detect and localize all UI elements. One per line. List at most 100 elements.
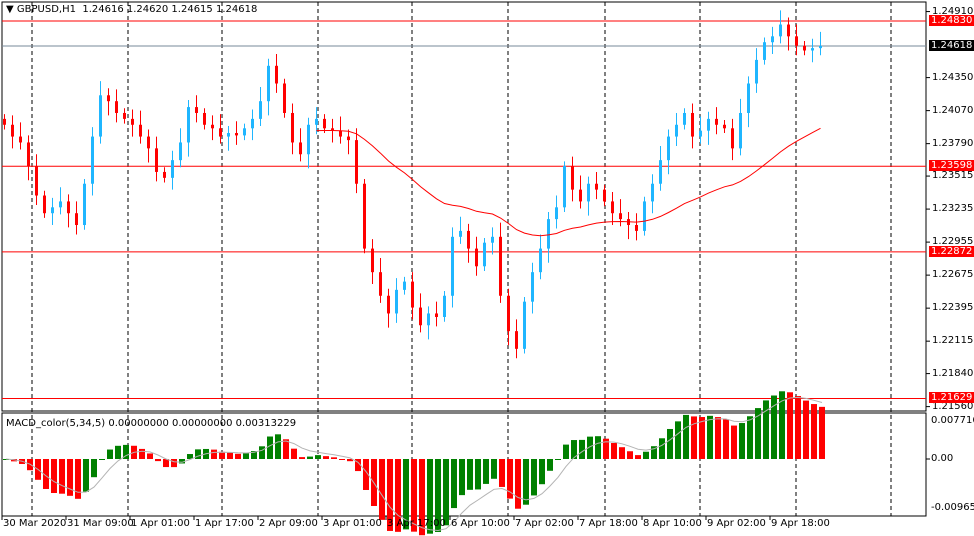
bull-candle	[707, 118, 710, 131]
bear-candle	[371, 248, 374, 273]
macd-histogram-bar	[51, 459, 57, 493]
bull-candle	[443, 295, 446, 317]
x-tick-label: 2 Apr 09:00	[259, 518, 318, 529]
bull-candle	[83, 183, 86, 226]
bear-candle	[323, 118, 326, 129]
macd-histogram-bar	[803, 400, 809, 459]
bull-candle	[755, 59, 758, 84]
macd-histogram-bar	[539, 459, 545, 485]
bull-candle	[395, 289, 398, 314]
bull-candle	[259, 101, 262, 119]
bear-candle	[11, 124, 14, 137]
macd-zero-label: 0.00	[931, 453, 954, 464]
macd-histogram-bar	[475, 459, 481, 490]
x-tick-label: 1 Apr 17:00	[195, 518, 254, 529]
bear-candle	[147, 136, 150, 149]
macd-histogram-bar	[507, 459, 513, 499]
bear-candle	[75, 213, 78, 226]
macd-histogram-bar	[267, 436, 273, 459]
macd-histogram-bar	[443, 459, 449, 526]
macd-histogram-bar	[147, 453, 153, 459]
macd-label: MACD_color(5,34,5) 0.00000000 0.00000000…	[6, 418, 297, 429]
bull-candle	[483, 242, 486, 267]
y-tick-label: 1.21840	[932, 367, 974, 379]
bear-candle	[291, 112, 294, 143]
bear-candle	[107, 95, 110, 102]
bear-candle	[611, 201, 614, 214]
bear-candle	[515, 331, 518, 349]
bull-candle	[491, 236, 494, 243]
x-tick-label: 7 Apr 18:00	[579, 518, 638, 529]
bull-candle	[315, 118, 318, 125]
ohlc-open: 1.24616	[82, 4, 124, 15]
macd-histogram-bar	[219, 451, 225, 459]
bear-candle	[131, 118, 134, 125]
bull-candle	[771, 36, 774, 43]
bull-candle	[779, 24, 782, 37]
macd-histogram-bar	[819, 406, 825, 459]
bull-candle	[267, 65, 270, 102]
bear-candle	[419, 307, 422, 326]
bull-candle	[531, 272, 534, 302]
macd-histogram-bar	[715, 417, 721, 459]
bull-candle	[179, 142, 182, 161]
moving-average-line	[316, 127, 821, 237]
macd-histogram-bar	[315, 455, 321, 459]
bull-candle	[307, 124, 310, 155]
bull-candle	[699, 130, 702, 137]
x-tick-label: 30 Mar 2020	[3, 518, 67, 529]
symbol-label: GBPUSD,H1	[16, 4, 76, 15]
macd-histogram-bar	[731, 425, 737, 459]
macd-histogram-bar	[211, 449, 217, 459]
macd-histogram-bar	[555, 459, 561, 460]
x-tick-label: 7 Apr 02:00	[515, 518, 574, 529]
macd-histogram-bar	[739, 423, 745, 459]
macd-histogram-bar	[291, 448, 297, 459]
bull-candle	[739, 112, 742, 149]
bear-candle	[339, 130, 342, 137]
macd-histogram-bar	[259, 446, 265, 459]
macd-histogram-bar	[491, 459, 497, 479]
macd-histogram-bar	[683, 414, 689, 459]
price-line-tag: 1.22872	[929, 245, 974, 257]
ohlc-close: 1.24618	[215, 4, 258, 15]
bear-candle	[499, 236, 502, 296]
bear-candle	[363, 183, 366, 249]
macd-histogram-bar	[283, 439, 289, 459]
y-tick-label: 1.24070	[932, 104, 974, 116]
symbol-header[interactable]: ▼ GBPUSD,H1 1.24616 1.24620 1.24615 1.24…	[6, 4, 257, 16]
macd-histogram-bar	[235, 453, 241, 459]
y-tick-label: 1.24350	[932, 71, 974, 83]
bear-candle	[467, 230, 470, 249]
macd-histogram-bar	[307, 456, 313, 459]
bear-candle	[571, 166, 574, 190]
bull-candle	[555, 207, 558, 220]
macd-histogram-bar	[635, 455, 641, 459]
macd-min-label: -0.0096500	[931, 502, 974, 513]
dropdown-triangle-icon[interactable]: ▼	[6, 4, 14, 15]
x-tick-label: 31 Mar 09:00	[67, 518, 134, 529]
macd-histogram-bar	[795, 396, 801, 459]
bear-candle	[803, 45, 806, 51]
x-tick-label: 6 Apr 10:00	[451, 518, 510, 529]
bear-candle	[275, 65, 278, 84]
macd-histogram-bar	[747, 416, 753, 459]
macd-histogram-bar	[523, 459, 529, 505]
bull-candle	[91, 136, 94, 184]
bear-candle	[411, 281, 414, 308]
bear-candle	[723, 124, 726, 129]
bull-candle	[171, 160, 174, 178]
bear-candle	[387, 295, 390, 314]
bear-candle	[347, 136, 350, 141]
bear-candle	[195, 107, 198, 113]
bull-candle	[747, 83, 750, 113]
macd-histogram-bar	[723, 419, 729, 459]
bear-candle	[163, 171, 166, 178]
bear-candle	[355, 140, 358, 184]
bull-candle	[547, 219, 550, 249]
ohlc-high: 1.24620	[126, 4, 169, 15]
macd-histogram-bar	[379, 459, 385, 520]
x-tick-label: 8 Apr 10:00	[643, 518, 702, 529]
macd-histogram-bar	[579, 439, 585, 459]
bear-candle	[787, 24, 790, 37]
